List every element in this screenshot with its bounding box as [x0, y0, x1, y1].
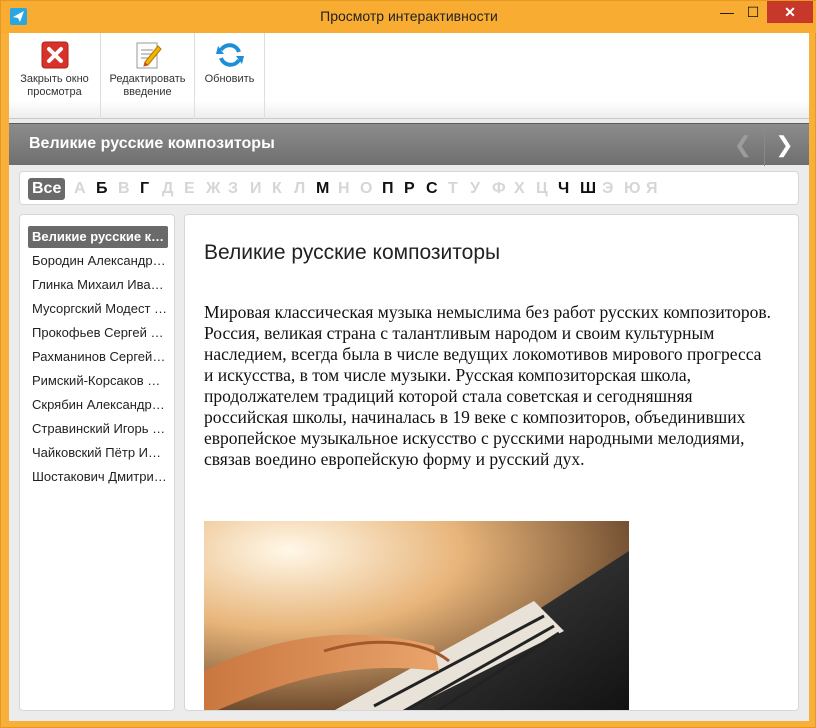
list-item[interactable]: Мусоргский Модест Петрович — [28, 298, 168, 320]
letter-filter: К — [272, 180, 282, 197]
letter-filter: В — [118, 180, 130, 197]
refresh-button[interactable]: Обновить — [195, 33, 265, 119]
topic-list: Великие русские композиторыБородин Алекс… — [19, 214, 175, 711]
list-item[interactable]: Великие русские композиторы — [28, 226, 168, 248]
list-item[interactable]: Рахманинов Сергей Васильевич — [28, 346, 168, 368]
edit-intro-button[interactable]: Редактировать введение — [101, 33, 195, 119]
letter-filter: Ф — [492, 180, 506, 197]
letter-filter[interactable]: Ч — [558, 178, 569, 200]
piano-photo — [204, 521, 629, 710]
app-window: Просмотр интерактивности — ☐ ✕ Закрыть о… — [0, 0, 816, 728]
close-preview-label: Закрыть окно просмотра — [20, 73, 89, 98]
list-item[interactable]: Прокофьев Сергей Сергеевич — [28, 322, 168, 344]
list-item[interactable]: Римский-Корсаков Николай Андреевич — [28, 370, 168, 392]
refresh-icon — [214, 39, 246, 71]
alphabet-filter: Все А Б В Г Д Е Ж З И К Л М Н О П Р С Т У Ф Х Ц Ч Ш Э Ю Я — [19, 171, 799, 205]
letter-filter: И — [250, 180, 262, 197]
letter-filter[interactable]: Ш — [580, 178, 596, 200]
ribbon-toolbar: Закрыть окно просмотра Редактировать вве… — [9, 33, 809, 119]
letter-filter: А — [74, 180, 86, 197]
content-title: Великие русские композиторы — [204, 241, 501, 264]
letter-filter: Н — [338, 180, 350, 197]
letter-filter: О — [360, 180, 373, 197]
list-item[interactable]: Шостакович Дмитрий Дмитриевич — [28, 466, 168, 488]
letter-filter[interactable]: Б — [96, 178, 108, 200]
letter-filter[interactable]: М — [316, 178, 329, 200]
letter-filter: Т — [448, 180, 458, 197]
next-page-button[interactable]: ❯ — [764, 124, 804, 166]
letter-filter: У — [470, 180, 480, 197]
letter-filter: З — [228, 180, 239, 197]
list-item[interactable]: Глинка Михаил Иванович — [28, 274, 168, 296]
minimize-button[interactable]: — — [715, 1, 739, 23]
content-body: Мировая классическая музыка немыслима бе… — [204, 302, 772, 469]
title-bar[interactable]: Просмотр интерактивности — ☐ ✕ — [1, 1, 816, 33]
letter-filter: Л — [294, 180, 306, 197]
header-title: Великие русские композиторы — [29, 135, 275, 152]
maximize-button[interactable]: ☐ — [741, 1, 765, 23]
letter-filter: Ц — [536, 180, 548, 197]
window-title: Просмотр интерактивности — [320, 8, 498, 24]
header-bar: Великие русские композиторы ❮ ❯ — [9, 123, 809, 166]
letter-filter: Ж — [206, 180, 221, 197]
letter-filter: Д — [162, 180, 174, 197]
close-window-button[interactable]: ✕ — [767, 1, 813, 23]
letter-filter: Е — [184, 180, 195, 197]
list-item[interactable]: Скрябин Александр Николаевич — [28, 394, 168, 416]
refresh-label: Обновить — [204, 73, 255, 85]
edit-document-icon — [132, 39, 164, 71]
list-item[interactable]: Стравинский Игорь Фёдорович — [28, 418, 168, 440]
list-item[interactable]: Чайковский Пётр Ильич — [28, 442, 168, 464]
letter-filter[interactable]: П — [382, 178, 394, 200]
close-preview-icon — [39, 39, 71, 71]
edit-intro-label: Редактировать введение — [109, 73, 186, 98]
list-item[interactable]: Бородин Александр Порфирьевич — [28, 250, 168, 272]
prev-page-button[interactable]: ❮ — [723, 124, 763, 166]
letter-filter[interactable]: Г — [140, 178, 149, 200]
letter-filter-all[interactable]: Все — [28, 178, 66, 200]
letter-filter: Я — [646, 180, 658, 197]
letter-filter: Х — [514, 180, 525, 197]
content-panel: Великие русские композиторы Мировая клас… — [184, 214, 799, 711]
letter-filter: Ю — [624, 180, 641, 197]
letter-filter[interactable]: Р — [404, 178, 415, 200]
main-area: Великие русские композиторы ❮ ❯ Все А Б В Г Д… — [9, 119, 809, 721]
letter-filter: Э — [602, 180, 614, 197]
letter-filter[interactable]: С — [426, 178, 438, 200]
close-preview-button[interactable]: Закрыть окно просмотра — [9, 33, 101, 119]
